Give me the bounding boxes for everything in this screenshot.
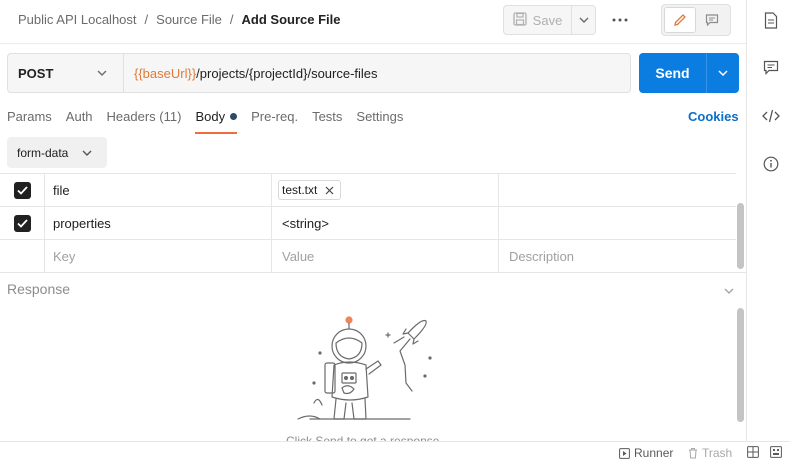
value-cell[interactable]: test.txt — [272, 174, 499, 206]
row-checkbox-cell — [0, 174, 45, 206]
method-label: POST — [18, 65, 54, 81]
value-cell[interactable]: <string> — [272, 207, 499, 239]
view-mode-toggle — [661, 4, 731, 36]
save-options-button[interactable] — [572, 6, 595, 34]
two-pane-icon — [747, 446, 759, 458]
comments-button[interactable] — [762, 58, 780, 76]
send-button-group: Send — [639, 53, 739, 93]
value-input[interactable]: Value — [272, 240, 499, 272]
tab-auth[interactable]: Auth — [66, 104, 93, 134]
code-icon — [762, 109, 780, 123]
chevron-down-icon — [579, 17, 588, 23]
tab-body[interactable]: Body — [195, 104, 238, 134]
row-checkbox[interactable] — [13, 181, 31, 199]
url-input[interactable]: {{baseUrl}}/projects/{projectId}/source-… — [124, 54, 630, 92]
table-row: properties <string> — [0, 207, 736, 240]
comment-icon — [705, 14, 719, 27]
body-type-select[interactable]: form-data — [7, 137, 107, 168]
save-label: Save — [532, 12, 563, 28]
form-scrollbar[interactable] — [737, 178, 744, 270]
collapse-response-button[interactable] — [724, 282, 734, 297]
breadcrumb-request-name[interactable]: Add Source File — [242, 12, 341, 27]
url-variable: {{baseUrl}} — [134, 65, 197, 81]
tab-headers[interactable]: Headers (11) — [107, 104, 182, 134]
file-name: test.txt — [282, 183, 318, 197]
chevron-down-icon — [82, 150, 92, 156]
pencil-icon — [674, 14, 686, 26]
row-checkbox-cell — [0, 240, 45, 272]
scrollbar-thumb[interactable] — [737, 203, 744, 269]
key-cell[interactable]: file — [45, 174, 272, 206]
url-path: /projects/{projectId}/source-files — [196, 65, 378, 81]
breadcrumb-collection[interactable]: Public API Localhost — [18, 12, 137, 27]
body-type-label: form-data — [17, 145, 69, 160]
send-options-button[interactable] — [707, 53, 739, 93]
save-button[interactable]: Save — [504, 6, 572, 34]
layout-toggle-button[interactable] — [747, 446, 759, 458]
play-icon — [619, 447, 630, 459]
breadcrumb-folder[interactable]: Source File — [156, 12, 222, 27]
trash-button[interactable]: Trash — [688, 446, 732, 460]
response-title: Response — [7, 281, 71, 297]
row-checkbox[interactable] — [13, 214, 31, 232]
more-actions-button[interactable] — [606, 8, 634, 32]
key-cell[interactable]: properties — [45, 207, 272, 239]
close-icon[interactable] — [325, 186, 334, 195]
help-button[interactable] — [770, 446, 782, 458]
runner-label: Runner — [634, 446, 674, 460]
tab-params[interactable]: Params — [7, 104, 52, 134]
response-divider[interactable] — [0, 272, 746, 273]
key-input[interactable]: Key — [45, 240, 272, 272]
request-editor: Public API Localhost / Source File / Add Sou… — [0, 0, 746, 441]
breadcrumb: Public API Localhost / Source File / Add Sou… — [18, 12, 341, 27]
request-header: Public API Localhost / Source File / Add Sou… — [0, 0, 746, 44]
description-input[interactable]: Description — [499, 240, 736, 272]
runner-button[interactable]: Runner — [619, 446, 673, 460]
tab-pre-request[interactable]: Pre-req. — [251, 104, 298, 134]
trash-label: Trash — [702, 446, 733, 460]
breadcrumb-separator: / — [144, 12, 149, 27]
scrollbar-thumb[interactable] — [737, 308, 744, 422]
document-icon — [764, 11, 778, 29]
table-row-new: Key Value Description — [0, 240, 736, 273]
request-tabs: Params Auth Headers (11) Body Pre-req. T… — [7, 104, 417, 134]
send-hint: Click Send to get a response — [286, 434, 440, 441]
chevron-down-icon — [97, 70, 107, 76]
file-chip: test.txt — [278, 180, 342, 200]
response-scrollbar[interactable] — [737, 300, 744, 430]
documentation-button[interactable] — [762, 11, 780, 29]
trash-icon — [689, 448, 697, 459]
table-row: file test.txt — [0, 174, 736, 207]
modified-dot-icon — [230, 113, 238, 120]
keyboard-icon — [770, 446, 782, 458]
status-bar: Runner Trash — [0, 441, 790, 463]
cookies-link[interactable]: Cookies — [688, 109, 739, 124]
edit-mode-button[interactable] — [664, 7, 696, 33]
row-checkbox-cell — [0, 207, 45, 239]
comment-icon — [763, 60, 779, 75]
tab-settings[interactable]: Settings — [356, 104, 403, 134]
method-select[interactable]: POST — [8, 54, 124, 92]
right-sidebar — [746, 0, 790, 441]
chevron-down-icon — [718, 70, 728, 76]
ellipsis-icon — [612, 18, 628, 22]
checkmark-icon — [16, 185, 28, 195]
tab-tests[interactable]: Tests — [312, 104, 342, 134]
description-cell[interactable] — [499, 174, 736, 206]
chevron-down-icon — [724, 288, 734, 294]
info-button[interactable] — [762, 155, 780, 173]
send-button[interactable]: Send — [639, 53, 707, 93]
url-bar: POST {{baseUrl}}/projects/{projectId}/so… — [7, 53, 631, 93]
description-cell[interactable] — [499, 207, 736, 239]
info-icon — [763, 156, 779, 172]
code-snippet-button[interactable] — [762, 107, 780, 125]
form-data-table: file test.txt properties <string> Key Va… — [0, 173, 736, 273]
astronaut-illustration — [290, 313, 440, 433]
checkmark-icon — [16, 218, 28, 228]
tab-body-label: Body — [195, 109, 226, 124]
save-icon — [513, 11, 527, 29]
comment-mode-button[interactable] — [696, 7, 728, 33]
save-button-group: Save — [503, 5, 596, 35]
breadcrumb-separator: / — [229, 12, 234, 27]
